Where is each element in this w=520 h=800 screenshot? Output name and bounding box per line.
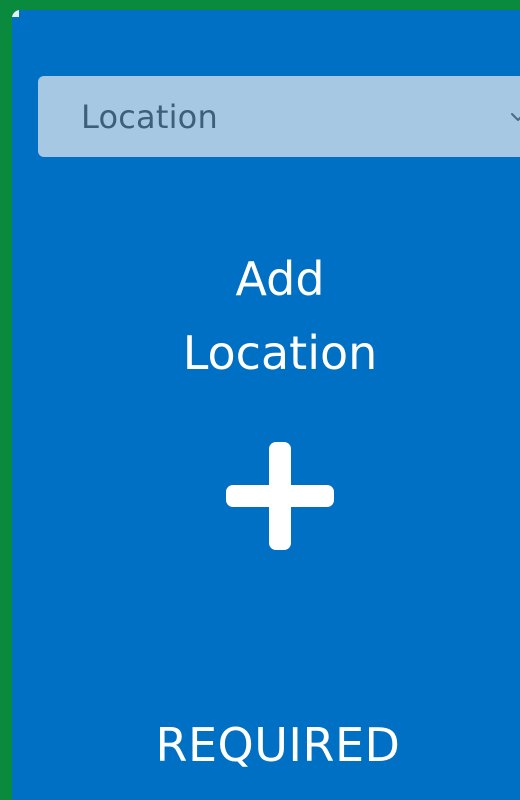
add-location-card[interactable]: Location Add Location REQUIRED <box>12 10 520 800</box>
add-location-title-line2: Location <box>182 326 378 380</box>
card-corner-highlight <box>12 10 19 17</box>
plus-icon[interactable] <box>224 440 336 552</box>
location-select[interactable]: Location <box>38 76 520 157</box>
app-frame: Location Add Location REQUIRED <box>0 0 520 800</box>
add-location-title-line1: Add <box>235 252 325 306</box>
required-label: REQUIRED <box>155 718 401 772</box>
chevron-down-icon <box>511 112 520 121</box>
location-select-value: Location <box>81 97 218 136</box>
